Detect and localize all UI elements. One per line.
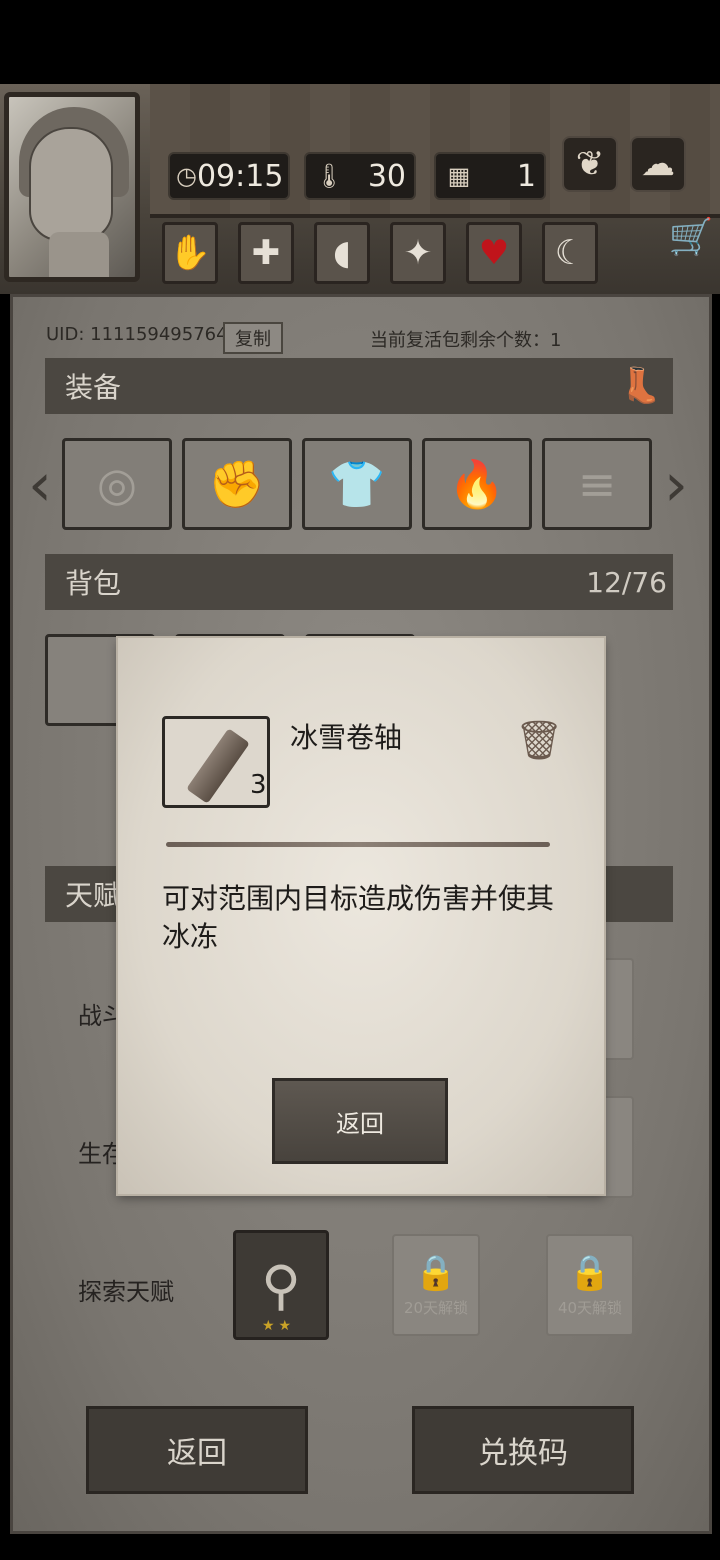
fist-icon: ✊	[208, 456, 266, 511]
day-value: 1	[516, 158, 536, 194]
locked-talent-slot[interactable]: 🔒 40天解锁	[546, 1234, 634, 1336]
locked-talent-slot[interactable]: 🔒 20天解锁	[392, 1234, 480, 1336]
copy-uid-button[interactable]: 复制	[223, 322, 283, 354]
thermometer-icon: 🌡	[313, 162, 345, 190]
ice-scroll-icon	[186, 728, 250, 804]
target-icon: ◎	[96, 457, 138, 511]
item-quantity: 3	[250, 770, 267, 800]
lock-text: 20天解锁	[403, 1298, 469, 1317]
backpack-count: 12/76	[586, 565, 667, 599]
talent-title: 天赋	[65, 879, 122, 912]
equip-slot-torch[interactable]: 🔥	[422, 438, 532, 530]
equip-slot-armor[interactable]: 👕	[302, 438, 412, 530]
backpack-title: 背包	[65, 567, 122, 600]
uid-text: UID: 1111594957641	[46, 324, 240, 345]
jacket-icon: 👕	[328, 456, 386, 511]
heart-icon[interactable]: ♥	[466, 222, 522, 284]
dialog-divider	[166, 842, 550, 847]
lock-text: 40天解锁	[557, 1298, 623, 1317]
time-display: ◷ 09:15	[168, 152, 290, 200]
temperature-display: 🌡 30	[304, 152, 416, 200]
time-value: 09:15	[196, 158, 284, 194]
character-portrait[interactable]	[4, 92, 140, 282]
redeem-code-button[interactable]: 兑换码	[412, 1406, 634, 1494]
equip-slot-logs[interactable]: ≡	[542, 438, 652, 530]
equipment-header: 装备 👢	[45, 358, 673, 414]
torch-icon: 🔥	[448, 456, 506, 511]
stomach-icon[interactable]: ◖	[314, 222, 370, 284]
equip-slot-weapon[interactable]: ✊	[182, 438, 292, 530]
brain-icon[interactable]: ✦	[390, 222, 446, 284]
leaf-icon[interactable]: ❦	[562, 136, 618, 192]
portrait-face	[29, 127, 113, 241]
backpack-header: 背包 12/76	[45, 554, 673, 610]
day-display: ▦ 1	[434, 152, 546, 200]
cloud-icon[interactable]: ☁	[630, 136, 686, 192]
dialog-back-button[interactable]: 返回	[272, 1078, 448, 1164]
lock-icon: 🔒	[568, 1252, 612, 1293]
explore-talent-label: 探索天赋	[78, 1278, 174, 1306]
lock-icon: 🔒	[414, 1252, 458, 1293]
trash-icon[interactable]: 🗑	[515, 716, 563, 764]
cart-icon[interactable]: 🛒	[666, 212, 716, 262]
talent-stars: ★★	[262, 1318, 296, 1334]
equip-slot-target[interactable]: ◎	[62, 438, 172, 530]
moon-icon[interactable]: ☾	[542, 222, 598, 284]
equipment-prev-arrow[interactable]: ‹	[28, 440, 52, 530]
calendar-icon: ▦	[447, 162, 471, 190]
temperature-value: 30	[367, 158, 406, 194]
equipment-title: 装备	[65, 371, 122, 404]
health-cross-icon[interactable]: ✚	[238, 222, 294, 284]
portrait-neck	[49, 232, 109, 277]
clock-icon: ◷	[176, 162, 197, 190]
shovel-icon: ⚲	[261, 1253, 301, 1317]
boot-icon: 👢	[619, 366, 663, 406]
revive-count-text: 当前复活包剩余个数：1	[370, 330, 562, 351]
back-button[interactable]: 返回	[86, 1406, 308, 1494]
equipment-next-arrow[interactable]: ›	[664, 440, 688, 530]
logs-icon: ≡	[577, 457, 617, 511]
item-name: 冰雪卷轴	[290, 721, 403, 754]
item-description: 可对范围内目标造成伤害并使其冰冻	[162, 882, 555, 953]
hand-icon[interactable]: ✋	[162, 222, 218, 284]
